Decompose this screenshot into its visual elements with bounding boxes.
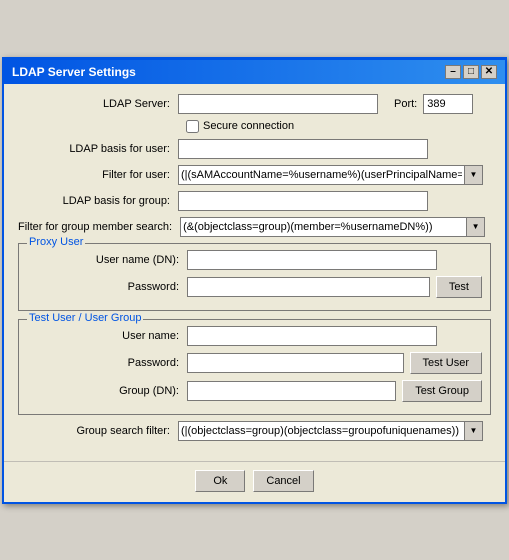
proxy-username-input[interactable] bbox=[187, 250, 437, 270]
proxy-username-row: User name (DN): bbox=[27, 250, 482, 270]
filter-group-input[interactable] bbox=[181, 218, 466, 236]
dialog-content: LDAP Server: Port: Secure connection LDA… bbox=[4, 84, 505, 457]
close-button[interactable]: ✕ bbox=[481, 65, 497, 79]
proxy-section-title: Proxy User bbox=[27, 236, 85, 248]
group-search-combo[interactable] bbox=[178, 421, 483, 441]
test-proxy-button[interactable]: Test bbox=[436, 276, 482, 298]
proxy-username-label: User name (DN): bbox=[27, 254, 187, 266]
filter-group-label: Filter for group member search: bbox=[18, 221, 180, 233]
ok-button[interactable]: Ok bbox=[195, 470, 245, 492]
test-group-label: Group (DN): bbox=[27, 385, 187, 397]
group-search-label: Group search filter: bbox=[18, 425, 178, 437]
test-group-input[interactable] bbox=[187, 381, 396, 401]
cancel-button[interactable]: Cancel bbox=[253, 470, 313, 492]
ldap-basis-group-label: LDAP basis for group: bbox=[18, 195, 178, 207]
group-search-dropdown-arrow[interactable] bbox=[464, 422, 482, 440]
filter-user-row: Filter for user: bbox=[18, 165, 491, 185]
server-port-group: Port: bbox=[178, 94, 473, 114]
secure-connection-label: Secure connection bbox=[203, 120, 294, 132]
ldap-dialog: LDAP Server Settings – □ ✕ LDAP Server: … bbox=[2, 57, 507, 504]
ldap-server-row: LDAP Server: Port: bbox=[18, 94, 491, 114]
ldap-basis-group-input[interactable] bbox=[178, 191, 428, 211]
proxy-password-input[interactable] bbox=[187, 277, 430, 297]
filter-user-input[interactable] bbox=[179, 166, 464, 184]
test-username-input[interactable] bbox=[187, 326, 437, 346]
ldap-basis-user-row: LDAP basis for user: bbox=[18, 139, 491, 159]
test-password-label: Password: bbox=[27, 357, 187, 369]
title-bar-buttons: – □ ✕ bbox=[445, 65, 497, 79]
group-search-row: Group search filter: bbox=[18, 421, 491, 441]
proxy-password-label: Password: bbox=[27, 281, 187, 293]
test-section-title: Test User / User Group bbox=[27, 312, 143, 324]
filter-group-row: Filter for group member search: bbox=[18, 217, 491, 237]
title-bar: LDAP Server Settings – □ ✕ bbox=[4, 60, 505, 84]
group-search-input[interactable] bbox=[179, 422, 464, 440]
dialog-title: LDAP Server Settings bbox=[12, 65, 136, 79]
ldap-basis-user-label: LDAP basis for user: bbox=[18, 143, 178, 155]
test-password-input[interactable] bbox=[187, 353, 404, 373]
test-group-row: Group (DN): Test Group bbox=[27, 380, 482, 402]
test-username-label: User name: bbox=[27, 330, 187, 342]
ldap-server-input[interactable] bbox=[178, 94, 378, 114]
test-user-section: Test User / User Group User name: Passwo… bbox=[18, 319, 491, 415]
proxy-password-row: Password: Test bbox=[27, 276, 482, 298]
test-username-row: User name: bbox=[27, 326, 482, 346]
test-user-button[interactable]: Test User bbox=[410, 352, 482, 374]
filter-user-dropdown-arrow[interactable] bbox=[464, 166, 482, 184]
port-input[interactable] bbox=[423, 94, 473, 114]
footer-buttons: Ok Cancel bbox=[4, 461, 505, 502]
test-password-row: Password: Test User bbox=[27, 352, 482, 374]
filter-group-dropdown-arrow[interactable] bbox=[466, 218, 484, 236]
ldap-basis-group-row: LDAP basis for group: bbox=[18, 191, 491, 211]
maximize-button[interactable]: □ bbox=[463, 65, 479, 79]
test-group-button[interactable]: Test Group bbox=[402, 380, 482, 402]
minimize-button[interactable]: – bbox=[445, 65, 461, 79]
port-label: Port: bbox=[394, 98, 417, 110]
filter-user-label: Filter for user: bbox=[18, 169, 178, 181]
secure-connection-checkbox[interactable] bbox=[186, 120, 199, 133]
ldap-server-label: LDAP Server: bbox=[18, 98, 178, 110]
proxy-user-section: Proxy User User name (DN): Password: Tes… bbox=[18, 243, 491, 311]
ldap-basis-user-input[interactable] bbox=[178, 139, 428, 159]
secure-connection-row: Secure connection bbox=[186, 120, 491, 133]
filter-user-combo[interactable] bbox=[178, 165, 483, 185]
filter-group-combo[interactable] bbox=[180, 217, 485, 237]
